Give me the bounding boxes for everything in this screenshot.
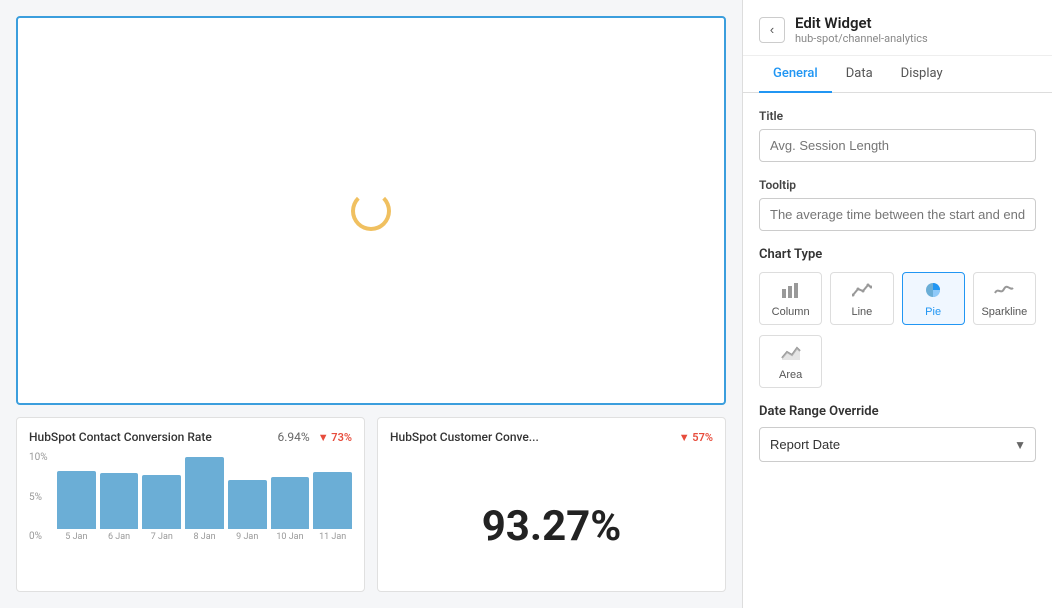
bar-group-4: 9 Jan — [228, 452, 267, 542]
bar-group-0: 5 Jan — [57, 452, 96, 542]
right-header: ‹ Edit Widget hub-spot/channel-analytics — [743, 0, 1052, 56]
tab-data[interactable]: Data — [832, 56, 887, 93]
title-label: Title — [759, 109, 1036, 123]
chart-type-grid: Column Line — [759, 272, 1036, 325]
header-text: Edit Widget hub-spot/channel-analytics — [795, 14, 928, 45]
right-content: Title Tooltip Chart Type — [743, 93, 1052, 478]
widget-header-1: HubSpot Contact Conversion Rate 6.94% ▼ … — [29, 430, 352, 444]
bar-group-5: 10 Jan — [271, 452, 310, 542]
widget-title-1: HubSpot Contact Conversion Rate — [29, 430, 212, 444]
edit-widget-title: Edit Widget — [795, 14, 928, 32]
stat-value-1: 6.94% — [278, 430, 310, 444]
bar-chart: 5 Jan 6 Jan 7 Jan 8 Jan — [57, 452, 352, 542]
pie-icon — [923, 281, 943, 302]
back-button[interactable]: ‹ — [759, 17, 785, 43]
loading-spinner — [351, 191, 391, 231]
chart-type-label: Chart Type — [759, 247, 1036, 262]
widget-stats-2: ▼ 57% — [679, 431, 713, 444]
title-form-group: Title — [759, 109, 1036, 162]
bar-4 — [228, 480, 267, 530]
bar-label-6: 11 Jan — [319, 532, 346, 542]
bottom-widgets-row: HubSpot Contact Conversion Rate 6.94% ▼ … — [16, 417, 726, 592]
stat-badge-2: ▼ 57% — [679, 431, 713, 444]
bar-group-6: 11 Jan — [313, 452, 352, 542]
y-label-mid: 5% — [29, 492, 53, 503]
tooltip-form-group: Tooltip — [759, 178, 1036, 231]
line-icon — [852, 281, 872, 302]
bar-6 — [313, 472, 352, 529]
widget-header-2: HubSpot Customer Conve... ▼ 57% — [390, 430, 713, 444]
breadcrumb: hub-spot/channel-analytics — [795, 32, 928, 45]
tooltip-input[interactable] — [759, 198, 1036, 231]
date-range-label: Date Range Override — [759, 404, 1036, 419]
tab-general[interactable]: General — [759, 56, 832, 93]
sparkline-icon — [994, 281, 1014, 302]
tooltip-label: Tooltip — [759, 178, 1036, 192]
chart-type-line-label: Line — [851, 306, 872, 318]
column-icon — [781, 281, 801, 302]
tabs: General Data Display — [743, 56, 1052, 93]
big-number-card: 93.27% — [390, 452, 713, 592]
chart-area-1: 10% 5% 0% 5 Jan 6 Jan 7 Jan — [29, 452, 352, 562]
bar-0 — [57, 471, 96, 530]
date-range-select[interactable]: Report Date Last 7 Days Last 30 Days Las… — [759, 427, 1036, 462]
bar-group-2: 7 Jan — [142, 452, 181, 542]
y-label-bot: 0% — [29, 531, 53, 542]
bar-label-0: 5 Jan — [65, 532, 87, 542]
right-panel: ‹ Edit Widget hub-spot/channel-analytics… — [742, 0, 1052, 608]
chart-type-form-group: Chart Type Column — [759, 247, 1036, 388]
big-number-value: 93.27% — [482, 502, 622, 551]
left-panel: HubSpot Contact Conversion Rate 6.94% ▼ … — [0, 0, 742, 608]
bar-label-1: 6 Jan — [108, 532, 130, 542]
chart-type-line[interactable]: Line — [830, 272, 893, 325]
stat-badge-1: ▼ 73% — [318, 431, 352, 444]
chart-type-area[interactable]: Area — [759, 335, 822, 388]
bar-label-5: 10 Jan — [276, 532, 303, 542]
bar-5 — [271, 477, 310, 529]
bar-label-3: 8 Jan — [193, 532, 215, 542]
widget-card-customer-conv: HubSpot Customer Conve... ▼ 57% 93.27% — [377, 417, 726, 592]
widget-title-2: HubSpot Customer Conve... — [390, 430, 539, 444]
back-icon: ‹ — [770, 22, 774, 37]
main-widget — [16, 16, 726, 405]
date-range-select-wrapper: Report Date Last 7 Days Last 30 Days Las… — [759, 427, 1036, 462]
chart-type-sparkline-label: Sparkline — [981, 306, 1027, 318]
chart-type-column[interactable]: Column — [759, 272, 822, 325]
bar-2 — [142, 475, 181, 529]
area-icon — [781, 344, 801, 365]
bar-group-3: 8 Jan — [185, 452, 224, 542]
chart-type-row2: Area — [759, 335, 1036, 388]
bar-label-4: 9 Jan — [236, 532, 258, 542]
bar-group-1: 6 Jan — [100, 452, 139, 542]
tab-display[interactable]: Display — [887, 56, 957, 93]
y-axis-labels: 10% 5% 0% — [29, 452, 53, 542]
chart-type-pie-label: Pie — [925, 306, 941, 318]
chart-type-pie[interactable]: Pie — [902, 272, 965, 325]
title-input[interactable] — [759, 129, 1036, 162]
bar-3 — [185, 457, 224, 529]
widget-stats-1: 6.94% ▼ 73% — [278, 430, 353, 444]
chart-type-sparkline[interactable]: Sparkline — [973, 272, 1036, 325]
bar-1 — [100, 473, 139, 529]
chart-type-column-label: Column — [772, 306, 810, 318]
bar-label-2: 7 Jan — [151, 532, 173, 542]
widget-card-conversion-rate: HubSpot Contact Conversion Rate 6.94% ▼ … — [16, 417, 365, 592]
chart-type-area-label: Area — [779, 369, 802, 381]
date-range-section: Date Range Override Report Date Last 7 D… — [759, 404, 1036, 462]
y-label-top: 10% — [29, 452, 53, 463]
